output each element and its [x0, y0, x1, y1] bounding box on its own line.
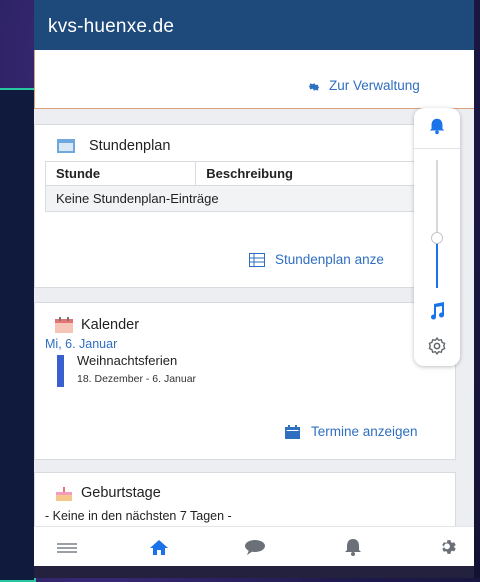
stundenplan-link[interactable]: Stundenplan anze: [275, 252, 384, 267]
table-icon: [249, 253, 265, 267]
cake-icon: [56, 487, 72, 501]
volume-level: [436, 239, 438, 288]
bottom-navigation: [34, 526, 474, 566]
app-bar: kvs-huenxe.de: [34, 0, 474, 50]
termine-link[interactable]: Termine anzeigen: [311, 424, 418, 439]
gear-icon: [308, 82, 320, 92]
column-header: Beschreibung: [195, 161, 445, 186]
volume-slider[interactable]: [431, 160, 443, 288]
volume-panel: [414, 108, 460, 366]
calendar-icon: [285, 425, 300, 439]
geburtstage-title: Geburtstage: [81, 485, 161, 501]
home-icon[interactable]: [148, 537, 170, 557]
stundenplan-table: Stunde Beschreibung Keine Stundenplan-Ei…: [44, 161, 445, 212]
geburtstage-card: Geburtstage - Keine in den nächsten 7 Ta…: [34, 472, 456, 534]
gear-icon[interactable]: [438, 537, 460, 557]
stundenplan-title: Stundenplan: [89, 138, 171, 154]
table-icon: [57, 139, 75, 153]
event-date-range: 18. Dezember - 6. Januar: [77, 373, 197, 385]
event-title[interactable]: Weihnachtsferien: [77, 353, 177, 368]
app-title: kvs-huenxe.de: [48, 16, 175, 37]
admin-card: Zur Verwaltung: [34, 50, 474, 109]
phone-screen: kvs-huenxe.de Zur Verwaltung Stundenplan…: [34, 0, 474, 566]
event-color-bar: [57, 355, 64, 387]
bell-icon[interactable]: [342, 537, 364, 557]
music-note-icon[interactable]: [428, 302, 446, 320]
stundenplan-card: Stundenplan Stunde Beschreibung Keine St…: [34, 124, 456, 288]
bell-icon[interactable]: [427, 116, 447, 136]
volume-handle[interactable]: [431, 232, 443, 245]
menu-icon[interactable]: [56, 537, 78, 557]
chat-icon[interactable]: [244, 537, 266, 557]
event-date: Mi, 6. Januar: [45, 337, 118, 351]
calendar-icon: [55, 317, 73, 333]
table-row: Keine Stundenplan-Einträge: [45, 185, 445, 212]
kalender-card: Kalender Mi, 6. Januar Weihnachtsferien …: [34, 302, 456, 460]
background-card: [0, 88, 36, 582]
admin-link[interactable]: Zur Verwaltung: [329, 78, 420, 93]
geburtstage-empty: - Keine in den nächsten 7 Tagen -: [45, 509, 232, 523]
kalender-title: Kalender: [81, 317, 140, 333]
settings-icon[interactable]: [427, 336, 447, 356]
divider: [414, 148, 460, 149]
column-header: Stunde: [44, 161, 197, 186]
